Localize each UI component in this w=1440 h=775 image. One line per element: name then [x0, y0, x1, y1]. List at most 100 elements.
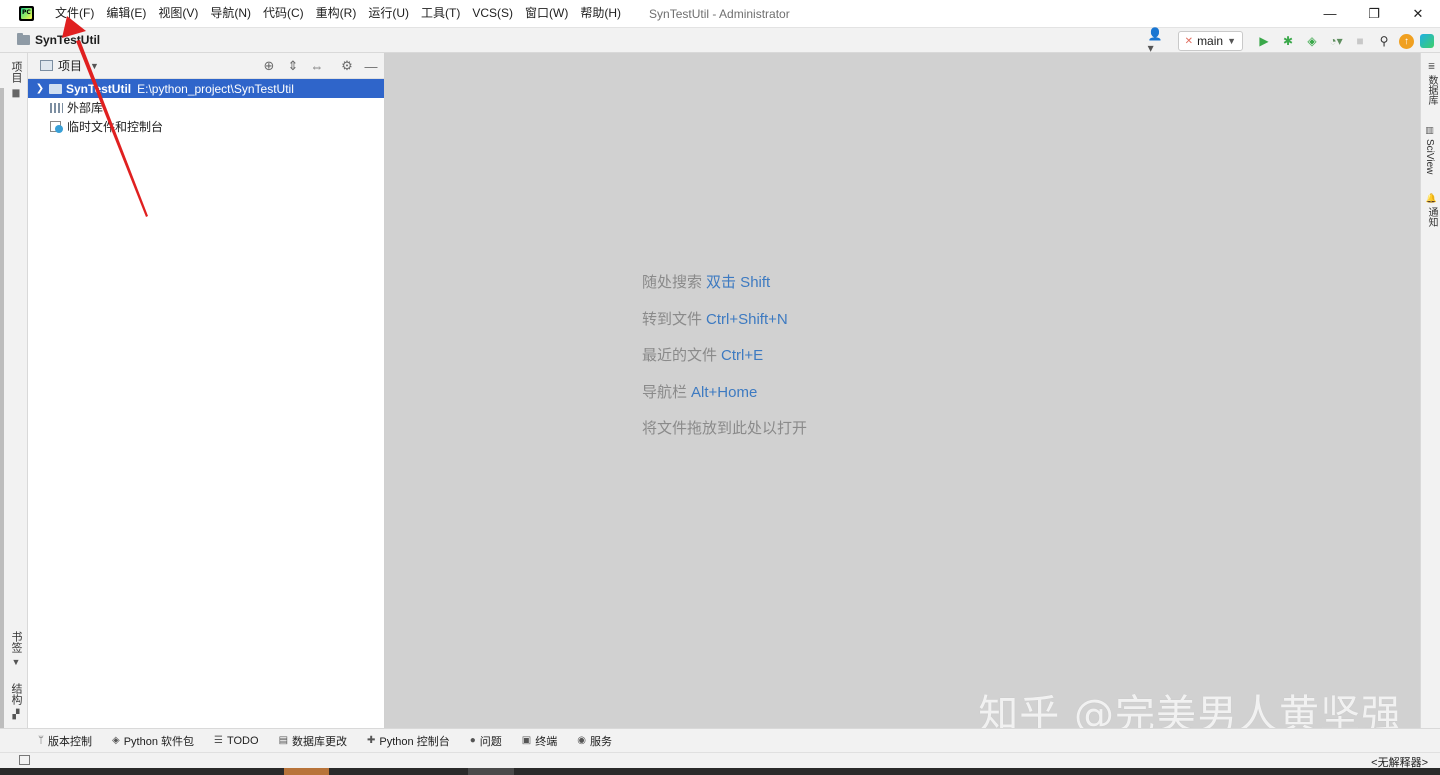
hint-shortcut: Alt+Home [691, 383, 758, 401]
tree-root-row[interactable]: ❯ SynTestUtil E:\python_project\SynTestU… [28, 79, 384, 98]
menu-edit[interactable]: 编辑(E) [100, 0, 152, 27]
folder-icon [49, 83, 62, 94]
editor-hints: 随处搜索 双击 Shift 转到文件 Ctrl+Shift+N 最近的文件 Ctrl+… [642, 271, 807, 454]
tree-scratches-row[interactable]: 临时文件和控制台 [28, 117, 384, 136]
bottom-tool-bar: ᛘ 版本控制 ◈ Python 软件包 ☰ TODO ▤ 数据库更改 ✚ Pyt… [0, 728, 1440, 752]
tree-root-path: E:\python_project\SynTestUtil [137, 81, 294, 96]
hint-text: 最近的文件 [642, 347, 718, 364]
tool-services[interactable]: ◉ 服务 [577, 733, 612, 749]
breadcrumb-project[interactable]: SynTestUtil [35, 33, 100, 47]
scratches-icon [50, 120, 63, 133]
menu-file[interactable]: 文件(F) [49, 0, 100, 27]
tool-vcs-label: 版本控制 [48, 735, 92, 748]
tool-python-console[interactable]: ✚ Python 控制台 [367, 733, 450, 749]
vcs-icon: ᛘ [38, 735, 44, 746]
tree-external-libs-row[interactable]: 外部库 [28, 98, 384, 117]
chevron-right-icon[interactable]: ❯ [31, 83, 49, 94]
profile-icon[interactable]: ◔▾ [1327, 32, 1345, 50]
chevron-down-icon[interactable]: ▼ [90, 61, 99, 71]
project-panel-tools: ⊕ ⇕ ⇔ ⚙ — [260, 53, 380, 79]
menu-run[interactable]: 运行(U) [362, 0, 415, 27]
title-bar: 文件(F) 编辑(E) 视图(V) 导航(N) 代码(C) 重构(R) 运行(U… [0, 0, 1440, 27]
tab-project[interactable]: 项目 ▆ [8, 61, 24, 98]
debug-icon[interactable]: ✱ [1279, 32, 1297, 50]
tool-services-label: 服务 [589, 735, 612, 748]
tab-sciview[interactable]: ▥ SciView [1424, 125, 1435, 174]
menu-vcs[interactable]: VCS(S) [466, 0, 519, 27]
folder-icon: ▆ [12, 87, 20, 97]
main-menu: 文件(F) 编辑(E) 视图(V) 导航(N) 代码(C) 重构(R) 运行(U… [49, 0, 627, 27]
hint-drop-files: 将文件拖放到此处以打开 [642, 417, 807, 454]
tool-todo[interactable]: ☰ TODO [214, 735, 259, 747]
menu-view[interactable]: 视图(V) [152, 0, 204, 27]
hint-navigation-bar: 导航栏 Alt+Home [642, 381, 807, 418]
todo-icon: ☰ [214, 735, 223, 746]
menu-window[interactable]: 窗口(W) [519, 0, 574, 27]
editor-empty-area[interactable]: 随处搜索 双击 Shift 转到文件 Ctrl+Shift+N 最近的文件 Ctrl+… [385, 53, 1420, 738]
toolbox-icon[interactable] [1420, 34, 1434, 48]
toggle-tool-windows-icon[interactable] [19, 755, 30, 765]
collapse-all-icon[interactable]: ⇔ [308, 59, 326, 74]
tab-structure[interactable]: 结构 ▞ [8, 683, 24, 720]
hint-text: 转到文件 [642, 310, 703, 328]
tree-external-libs-label: 外部库 [67, 101, 104, 115]
tool-problems[interactable]: ● 问题 [470, 733, 502, 749]
close-button[interactable]: ✕ [1396, 0, 1440, 27]
chevron-down-icon: ▼ [1227, 36, 1236, 46]
hint-text: 将文件拖放到此处以打开 [642, 420, 808, 437]
project-panel-header: 项目 ▼ ⊕ ⇕ ⇔ ⚙ — [28, 53, 384, 79]
update-icon[interactable]: ↑ [1399, 33, 1414, 49]
tool-python-console-label: Python 控制台 [379, 735, 450, 748]
branch-selector[interactable]: ✕ main ▼ [1177, 31, 1243, 51]
db-changes-icon: ▤ [278, 735, 289, 746]
hint-recent-files: 最近的文件 Ctrl+E [642, 344, 807, 381]
user-icon[interactable]: 👤▾ [1148, 27, 1166, 55]
hint-goto-file: 转到文件 Ctrl+Shift+N [642, 308, 807, 345]
hide-icon[interactable]: — [362, 59, 380, 74]
tab-bookmarks-label: 书签 [10, 631, 22, 653]
restore-button[interactable]: ❐ [1352, 0, 1396, 27]
menu-help[interactable]: 帮助(H) [574, 0, 627, 27]
tool-python-packages[interactable]: ◈ Python 软件包 [112, 733, 194, 749]
hint-shortcut: Ctrl+E [721, 347, 764, 364]
tab-database[interactable]: ≣ 数据库 [1424, 61, 1439, 105]
minimize-button[interactable]: — [1308, 0, 1352, 27]
taskbar-app[interactable] [284, 768, 329, 775]
pycharm-logo-icon [19, 6, 34, 21]
database-icon: ≣ [1427, 61, 1436, 71]
locate-icon[interactable]: ⊕ [260, 58, 278, 74]
tab-bookmarks[interactable]: 书签 ▼ [8, 631, 24, 667]
tab-sciview-label: SciView [1424, 139, 1435, 175]
search-icon[interactable]: ⚲ [1375, 32, 1393, 50]
menu-code[interactable]: 代码(C) [257, 0, 310, 27]
expand-all-icon[interactable]: ⇕ [284, 58, 302, 74]
tool-db-changes[interactable]: ▤ 数据库更改 [279, 733, 347, 749]
bookmark-icon: ▼ [11, 657, 21, 667]
hint-text: 随处搜索 [642, 274, 703, 291]
taskbar-app[interactable] [468, 768, 514, 775]
project-panel-title[interactable]: 项目 [58, 57, 82, 74]
menu-tools[interactable]: 工具(T) [415, 0, 466, 27]
branch-label: main [1197, 34, 1224, 48]
menu-navigate[interactable]: 导航(N) [204, 0, 257, 27]
tool-python-packages-label: Python 软件包 [123, 735, 195, 748]
tool-terminal-label: 终端 [535, 735, 558, 748]
tool-terminal[interactable]: ▣ 终端 [522, 733, 557, 749]
tab-notifications[interactable]: 🔔 通知 [1424, 193, 1439, 227]
coverage-icon[interactable]: ◈ [1303, 32, 1321, 50]
status-bar: <无解释器> [0, 752, 1440, 769]
project-view-icon [40, 60, 53, 71]
breadcrumb[interactable]: SynTestUtil [17, 33, 100, 47]
tool-vcs[interactable]: ᛘ 版本控制 [38, 733, 92, 749]
menu-refactor[interactable]: 重构(R) [310, 0, 363, 27]
window-title: SynTestUtil - Administrator [649, 6, 790, 21]
tree-root-name: SynTestUtil [66, 81, 132, 96]
bell-icon: 🔔 [1425, 193, 1438, 203]
gear-icon[interactable]: ⚙ [338, 58, 356, 74]
terminal-icon: ▣ [521, 735, 532, 746]
hint-shortcut: Ctrl+Shift+N [706, 310, 788, 328]
run-icon[interactable]: ▶ [1255, 32, 1273, 50]
left-tool-strip: 项目 ▆ 书签 ▼ 结构 ▞ [0, 53, 28, 728]
stop-icon[interactable]: ■ [1351, 32, 1369, 50]
project-panel: 项目 ▼ ⊕ ⇕ ⇔ ⚙ — ❯ SynTestUtil E:\python_p… [28, 53, 385, 728]
